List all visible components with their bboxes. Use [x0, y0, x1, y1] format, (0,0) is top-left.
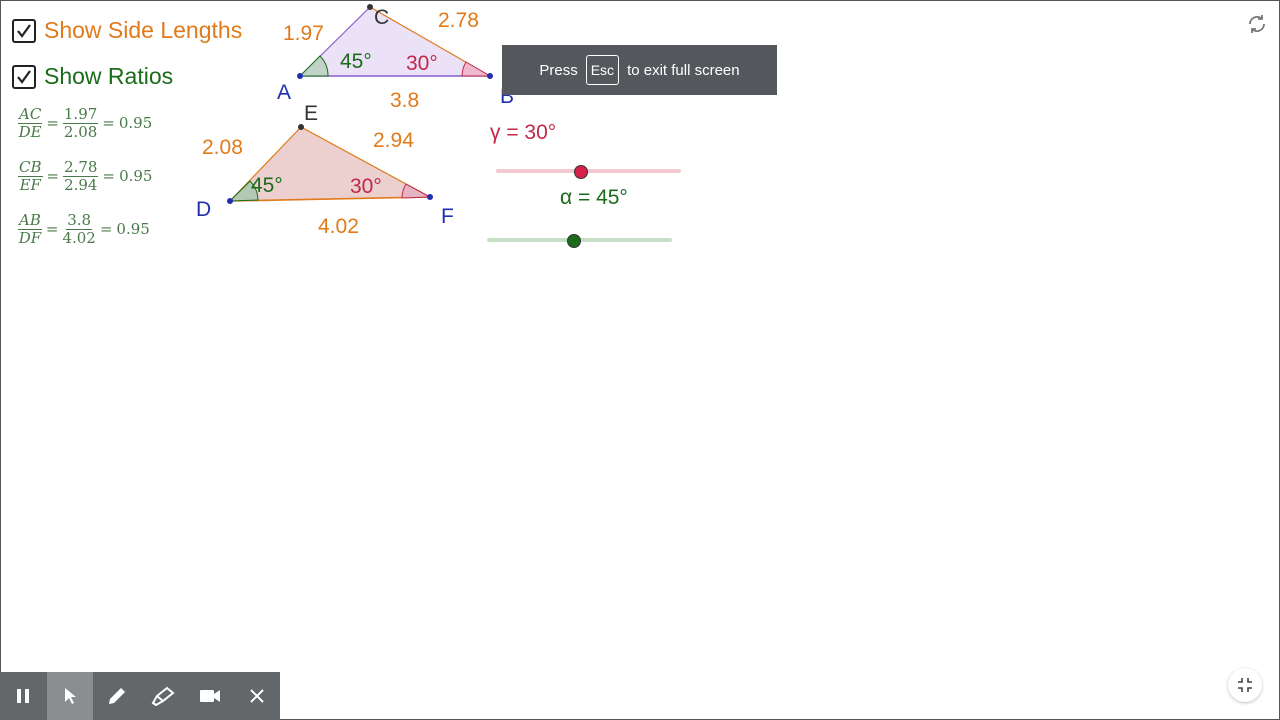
exit-fullscreen-button[interactable]	[1228, 668, 1262, 702]
angle-b-sector	[461, 61, 492, 77]
highlighter-button[interactable]	[140, 672, 187, 720]
refresh-icon[interactable]	[1246, 13, 1268, 40]
angle-b-label: 30°	[406, 52, 438, 75]
side-ab-length: 3.8	[390, 89, 419, 112]
pause-button[interactable]	[0, 672, 47, 720]
angle-f-label: 30°	[350, 175, 382, 198]
side-ef-length: 2.94	[373, 129, 414, 152]
pen-icon	[108, 688, 125, 704]
vertex-c-label: C	[374, 6, 389, 29]
esc-key-badge: Esc	[585, 55, 620, 85]
vertex-a-label: A	[277, 81, 291, 104]
video-camera-button[interactable]	[187, 672, 234, 720]
gamma-slider-track[interactable]	[496, 169, 681, 173]
angle-f-sector	[401, 183, 432, 199]
side-df-length: 4.02	[318, 215, 359, 238]
vertex-d-point[interactable]	[227, 198, 233, 204]
presentation-toolbar	[0, 672, 280, 720]
side-cb-length: 2.78	[438, 9, 479, 32]
angle-d-label: 45°	[251, 174, 283, 197]
alpha-slider-label: α = 45°	[560, 186, 628, 209]
vertex-d-label: D	[196, 198, 211, 221]
vertex-f-label: F	[441, 205, 454, 228]
pointer-button[interactable]	[46, 672, 94, 720]
toast-press-text: Press	[539, 61, 578, 79]
angle-a-label: 45°	[340, 50, 372, 73]
highlighter-icon	[152, 686, 175, 706]
vertex-e-label: E	[304, 102, 318, 125]
vertex-f-point[interactable]	[427, 194, 433, 200]
gamma-slider-knob[interactable]	[574, 165, 588, 179]
side-de-length: 2.08	[202, 136, 243, 159]
vertex-c-point[interactable]	[367, 4, 373, 10]
video-camera-icon	[200, 690, 221, 702]
exit-fullscreen-icon	[1238, 678, 1252, 692]
close-toolbar-button[interactable]	[233, 672, 280, 720]
alpha-slider-knob[interactable]	[567, 234, 581, 248]
gamma-slider-label: γ = 30°	[490, 121, 557, 144]
side-ac-length: 1.97	[283, 22, 324, 45]
fullscreen-toast: Press Esc to exit full screen	[502, 45, 777, 95]
toast-suffix-text: to exit full screen	[627, 61, 740, 79]
pause-icon	[17, 689, 30, 703]
close-icon	[249, 689, 264, 703]
vertex-a-point[interactable]	[297, 73, 303, 79]
vertex-b-point[interactable]	[487, 73, 493, 79]
pointer-icon	[65, 688, 76, 704]
pen-button[interactable]	[93, 672, 140, 720]
